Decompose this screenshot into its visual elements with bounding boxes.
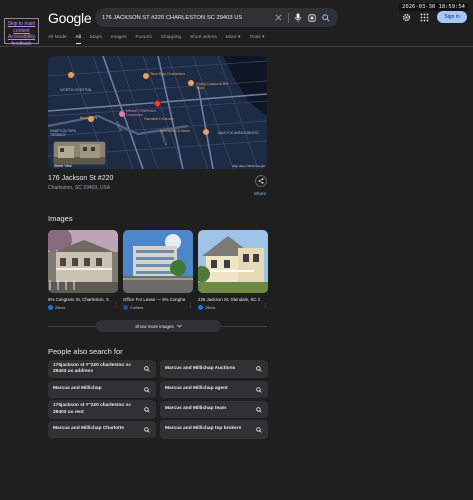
datetime-overlay: 2026-03-30 18:59:54 — [399, 3, 468, 11]
related-search-label: Marcus and Millichap Auctions — [165, 365, 236, 371]
search-divider — [288, 12, 289, 23]
search-icon — [256, 406, 262, 413]
related-search-label: 176jackson st #''220 charleston sc 29403… — [53, 362, 132, 375]
people-also-search-title: People also search for — [48, 347, 123, 356]
search-icon — [144, 366, 150, 372]
tab-all[interactable]: All — [75, 35, 82, 44]
street-view-thumbnail[interactable] — [53, 141, 106, 165]
chevron-down-icon — [177, 324, 182, 328]
map-label-mazyck: MAZYCK-WRAGGBORO — [218, 131, 259, 135]
place-title: 176 Jackson St #220 — [48, 175, 114, 182]
related-search-chip[interactable]: Marcus and Millichap Charlotte — [48, 421, 156, 438]
related-search-chip[interactable]: 176jackson st #''220 charleston sc 29403… — [48, 400, 156, 419]
related-search-label: Marcus and Millichap top brokers — [165, 426, 242, 432]
image-thumbnail[interactable] — [198, 230, 268, 293]
source-favicon-icon — [198, 305, 203, 310]
source-favicon-icon — [48, 305, 53, 310]
more-options-icon[interactable]: ⋮ — [188, 303, 193, 309]
image-result[interactable]: 5% Congress St, Charleston, S Zillow ⋮ — [48, 230, 118, 312]
related-search-chip[interactable]: Marcus and Millichap Auctions — [160, 360, 268, 378]
image-caption[interactable]: 226 Jackson St, Glendale, SC 2 — [198, 297, 268, 302]
tabs-divider — [0, 46, 473, 47]
map-attribution: Map data ©2026 Google — [232, 164, 265, 168]
map-label-mercantile[interactable]: Mercantile & Mash — [160, 129, 190, 133]
related-search-label: Marcus and Millichap — [53, 386, 102, 392]
tab-short-videos[interactable]: Short videos — [190, 35, 217, 44]
tab-images[interactable]: Images — [111, 35, 127, 44]
tab-shopping[interactable]: Shopping — [161, 35, 181, 44]
image-caption[interactable]: Office For Lease — 5% Congha — [123, 297, 193, 302]
related-search-label: 176jackson st #''220 charleston sc 29403… — [53, 403, 132, 415]
street-view-label: Street View — [54, 164, 72, 168]
poi-pin-icon[interactable] — [203, 129, 209, 135]
map-label-hampton: HAMPTON PARK TERRACE — [50, 129, 77, 137]
search-icon[interactable] — [320, 12, 331, 23]
search-icon — [256, 426, 262, 433]
poi-pin-icon[interactable] — [68, 72, 74, 78]
share-icon — [258, 178, 264, 184]
image-source: Zillow — [205, 305, 216, 310]
mic-icon[interactable] — [292, 12, 303, 23]
related-search-chip[interactable]: Marcus and Millichap agent — [160, 381, 268, 398]
image-thumbnail[interactable] — [48, 230, 118, 293]
search-box[interactable]: 176 JACKSON ST #220 CHARLESTON SC 29403 … — [95, 8, 338, 27]
settings-gear-icon[interactable] — [401, 12, 411, 22]
search-icon — [144, 426, 150, 433]
tab-forums[interactable]: Forums — [135, 35, 151, 44]
search-icon — [144, 386, 150, 393]
image-thumbnail[interactable] — [123, 230, 193, 293]
map-preview[interactable]: NORTH CENTRAL HAMPTON PARK TERRACE MAZYC… — [48, 56, 267, 169]
search-icon — [256, 386, 262, 393]
tab-more[interactable]: More ▾ — [226, 35, 241, 44]
poi-pin-icon[interactable] — [119, 111, 125, 117]
related-search-chip[interactable]: Marcus and Millichap team — [160, 401, 268, 418]
tab-maps[interactable]: Maps — [90, 35, 102, 44]
tab-all-mode[interactable]: All Mode — [48, 35, 67, 44]
accessibility-links: Skip to main content Accessibility feedb… — [4, 18, 39, 47]
lens-icon[interactable] — [306, 12, 317, 23]
map-label-grand-casino[interactable]: Grand Casino & Rib Shop — [196, 82, 232, 90]
map-label-taco-boy[interactable]: Taco Boy Charleston — [150, 72, 185, 76]
show-more-images-button[interactable]: Show more images — [96, 320, 221, 332]
related-search-chip[interactable]: 176jackson st #''220 charleston sc 29403… — [48, 360, 156, 378]
image-caption[interactable]: 5% Congress St, Charleston, S — [48, 297, 118, 302]
share-button[interactable] — [255, 175, 267, 187]
poi-pin-icon[interactable] — [188, 80, 194, 86]
search-icon — [256, 366, 262, 372]
tab-tools[interactable]: Tools ▾ — [249, 35, 264, 44]
image-result[interactable]: Office For Lease — 5% Congha Colliers ⋮ — [123, 230, 193, 312]
map-label-hannibals[interactable]: Hannibal's Kitchen — [144, 117, 174, 121]
source-favicon-icon — [123, 305, 128, 310]
search-input[interactable]: 176 JACKSON ST #220 CHARLESTON SC 29403 … — [102, 15, 270, 21]
clear-icon[interactable] — [273, 12, 284, 23]
google-logo[interactable]: Google — [48, 10, 92, 26]
apps-grid-icon[interactable] — [419, 12, 429, 22]
search-tabs: All Mode All Maps Images Forums Shopping… — [48, 35, 264, 44]
related-search-chip[interactable]: Marcus and Millichap top brokers — [160, 420, 268, 439]
image-source: Zillow — [55, 305, 66, 310]
more-options-icon[interactable]: ⋮ — [113, 303, 118, 309]
skip-link[interactable]: Skip to main — [5, 21, 38, 28]
show-more-row: Show more images — [48, 320, 267, 332]
related-search-label: Marcus and Millichap Charlotte — [53, 426, 124, 432]
image-source: Colliers — [130, 305, 144, 310]
sign-in-button[interactable]: Sign in — [437, 11, 467, 23]
map-label-berkeleys[interactable]: Berkeley's — [80, 116, 97, 120]
map-label-north-central: NORTH CENTRAL — [60, 88, 93, 92]
place-address: Charleston, SC 29403, USA — [48, 185, 111, 191]
poi-pin-icon[interactable] — [143, 73, 149, 79]
image-result[interactable]: 226 Jackson St, Glendale, SC 2 Zillow ⋮ — [198, 230, 268, 312]
more-options-icon[interactable]: ⋮ — [263, 303, 268, 309]
related-search-label: Marcus and Millichap agent — [165, 386, 228, 392]
related-search-label: Marcus and Millichap team — [165, 406, 227, 412]
related-search-chip[interactable]: Marcus and Millichap — [48, 381, 156, 398]
show-more-label: Show more images — [135, 323, 174, 329]
images-section-title: Images — [48, 214, 73, 223]
share-label[interactable]: Share — [254, 191, 266, 196]
a11y-feedback-link[interactable]: Accessibility — [5, 34, 38, 41]
search-icon — [144, 406, 150, 413]
